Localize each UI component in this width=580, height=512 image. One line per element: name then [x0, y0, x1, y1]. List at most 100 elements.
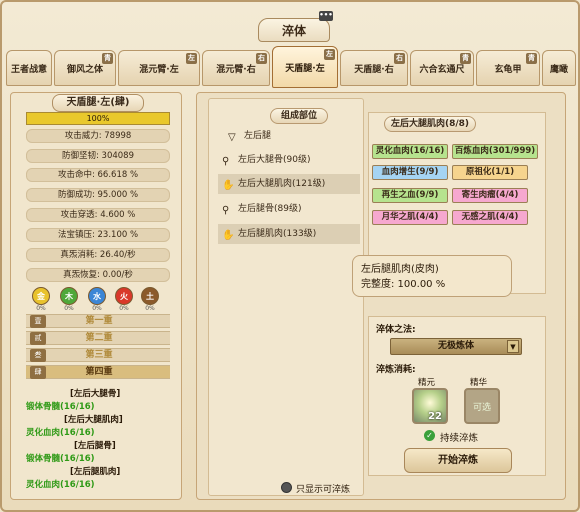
- tab-liuhe[interactable]: 六合玄通尺青: [410, 50, 474, 86]
- title-text: 淬体: [281, 23, 306, 38]
- stat-suppress: 法宝镇压: 23.100 %: [26, 228, 170, 242]
- extract-slot[interactable]: 可选: [464, 388, 500, 424]
- trait-chip[interactable]: 灵化血肉(16/16): [372, 144, 448, 159]
- expand-icon: ▽: [228, 132, 236, 143]
- stat-qi-regen: 真炁恢复: 0.00/秒: [26, 268, 170, 282]
- muscle-icon: ✋: [222, 180, 235, 191]
- log-entry: 锻体骨髓(16/16): [26, 402, 95, 412]
- essence-slot[interactable]: 22: [412, 388, 448, 424]
- part-node-root[interactable]: ▽ 左后腿: [218, 126, 360, 146]
- progress-bar: 100%: [26, 112, 170, 125]
- parts-title: 组成部位: [270, 108, 328, 124]
- log-entry: [左后腿骨]: [74, 441, 116, 451]
- info-integrity: 完整度: 100.00 %: [361, 279, 446, 290]
- cost-label: 淬炼消耗:: [376, 365, 416, 375]
- log-entry: 灵化血肉(16/16): [26, 428, 95, 438]
- item-title: 天盾腿·左(肆): [52, 94, 144, 112]
- stat-defense: 防御坚韧: 304089: [26, 149, 170, 163]
- element-pct: 0%: [64, 305, 74, 312]
- slot2-label: 精华: [470, 378, 488, 388]
- window-title: 淬体 •••: [258, 11, 333, 42]
- part-label: 左后腿骨(89级): [238, 204, 302, 214]
- stat-attack: 攻击威力: 78998: [26, 129, 170, 143]
- water-element-icon[interactable]: 水: [88, 287, 106, 305]
- info-tooltip: 左后腿肌肉(皮肉) 完整度: 100.00 %: [352, 255, 512, 297]
- part-node-thighbone[interactable]: ⚲ 左后大腿骨(90级): [218, 150, 360, 170]
- tab-mark: 青: [526, 53, 537, 64]
- layer-1[interactable]: 壹 第一重: [26, 314, 170, 328]
- part-label: 左后大腿骨(90级): [238, 155, 311, 165]
- trait-chip[interactable]: 再生之血(9/9): [372, 188, 448, 203]
- tab-mark: 右: [256, 53, 267, 64]
- part-node-thighmuscle[interactable]: ✋ 左后大腿肌肉(121级): [218, 174, 360, 194]
- tab-xuangui[interactable]: 玄龟甲青: [476, 50, 540, 86]
- muscle-icon: ✋: [222, 230, 235, 241]
- essence-count: 22: [428, 411, 442, 422]
- tab-tiandun-right[interactable]: 天盾腿·右右: [340, 50, 408, 86]
- log-entry: [左后大腿肌肉]: [64, 415, 123, 425]
- continue-label: 持续淬炼: [440, 433, 479, 444]
- trait-chip[interactable]: 百炼血肉(301/999): [452, 144, 538, 159]
- start-button[interactable]: 开始淬炼: [404, 448, 512, 473]
- tab-mark: 青: [460, 53, 471, 64]
- log-entry: [左后大腿骨]: [70, 389, 121, 399]
- layer-badge: 壹: [30, 315, 46, 328]
- layer-4[interactable]: 肆 第四重: [26, 365, 170, 379]
- bone-icon: ⚲: [222, 205, 230, 216]
- part-node-legmuscle[interactable]: ✋ 左后腿肌肉(133级): [218, 224, 360, 244]
- trait-chip[interactable]: 月华之肌(4/4): [372, 210, 448, 225]
- tab-yingkan[interactable]: 鹰瞰: [542, 50, 576, 86]
- layer-badge: 叁: [30, 349, 46, 362]
- layer-label: 第二重: [85, 333, 113, 343]
- method-selected: 无极炼体: [437, 341, 474, 351]
- layer-label: 第三重: [85, 350, 113, 360]
- stat-pierce: 攻击穿透: 4.600 %: [26, 208, 170, 222]
- tab-yufeng[interactable]: 御风之体青: [54, 50, 116, 86]
- part-label: 左后大腿肌肉(121级): [238, 179, 326, 189]
- layer-3[interactable]: 叁 第三重: [26, 348, 170, 362]
- tab-mark: 右: [394, 53, 405, 64]
- tab-hunyuan-left[interactable]: 混元臂·左左: [118, 50, 200, 86]
- element-pct: 0%: [119, 305, 129, 312]
- filter-label: 只显示可淬炼: [296, 485, 351, 495]
- method-label: 淬体之法:: [376, 325, 416, 335]
- trait-chip[interactable]: 原祖化(1/1): [452, 165, 528, 180]
- detail-title: 左后大腿肌肉(8/8): [384, 116, 476, 132]
- wood-element-icon[interactable]: 木: [60, 287, 78, 305]
- layer-label: 第一重: [85, 316, 113, 326]
- element-pct: 0%: [145, 305, 155, 312]
- slot1-label: 精元: [418, 378, 436, 388]
- stat-block: 防御成功: 95.000 %: [26, 188, 170, 202]
- info-name: 左后腿肌肉(皮肉): [361, 264, 439, 275]
- stat-hit: 攻击命中: 66.618 %: [26, 168, 170, 182]
- earth-element-icon[interactable]: 土: [141, 287, 159, 305]
- log-entry: 锻体骨髓(16/16): [26, 454, 95, 464]
- trait-chip[interactable]: 寄生肉瘤(4/4): [452, 188, 528, 203]
- more-icon[interactable]: •••: [319, 11, 333, 21]
- extract-slot-text: 可选: [472, 403, 491, 413]
- layer-badge: 肆: [30, 366, 46, 379]
- log-entry: 灵化血肉(16/16): [26, 480, 95, 490]
- tab-mark: 青: [102, 53, 113, 64]
- trait-chip[interactable]: 无感之肌(4/4): [452, 210, 528, 225]
- tab-hunyuan-right[interactable]: 混元臂·右右: [202, 50, 270, 86]
- element-pct: 0%: [36, 305, 46, 312]
- part-node-legbone[interactable]: ⚲ 左后腿骨(89级): [218, 199, 360, 219]
- layer-label: 第四重: [85, 367, 113, 377]
- trait-chip[interactable]: 血肉增生(9/9): [372, 165, 448, 180]
- layer-badge: 贰: [30, 332, 46, 345]
- log-entry: [左后腿肌肉]: [70, 467, 121, 477]
- tab-wangzhe[interactable]: 王者战意: [6, 50, 52, 86]
- tab-tiandun-left[interactable]: 天盾腿·左左: [272, 46, 338, 88]
- tab-mark: 左: [324, 49, 335, 60]
- filter-radio[interactable]: [281, 482, 292, 493]
- layer-2[interactable]: 贰 第二重: [26, 331, 170, 345]
- fire-element-icon[interactable]: 火: [115, 287, 133, 305]
- element-pct: 0%: [92, 305, 102, 312]
- bone-icon: ⚲: [222, 156, 230, 167]
- tab-mark: 左: [186, 53, 197, 64]
- metal-element-icon[interactable]: 金: [32, 287, 50, 305]
- dropdown-icon: ▼: [507, 340, 519, 353]
- continue-checkbox[interactable]: ✓: [424, 430, 435, 441]
- method-select[interactable]: 无极炼体 ▼: [390, 338, 522, 355]
